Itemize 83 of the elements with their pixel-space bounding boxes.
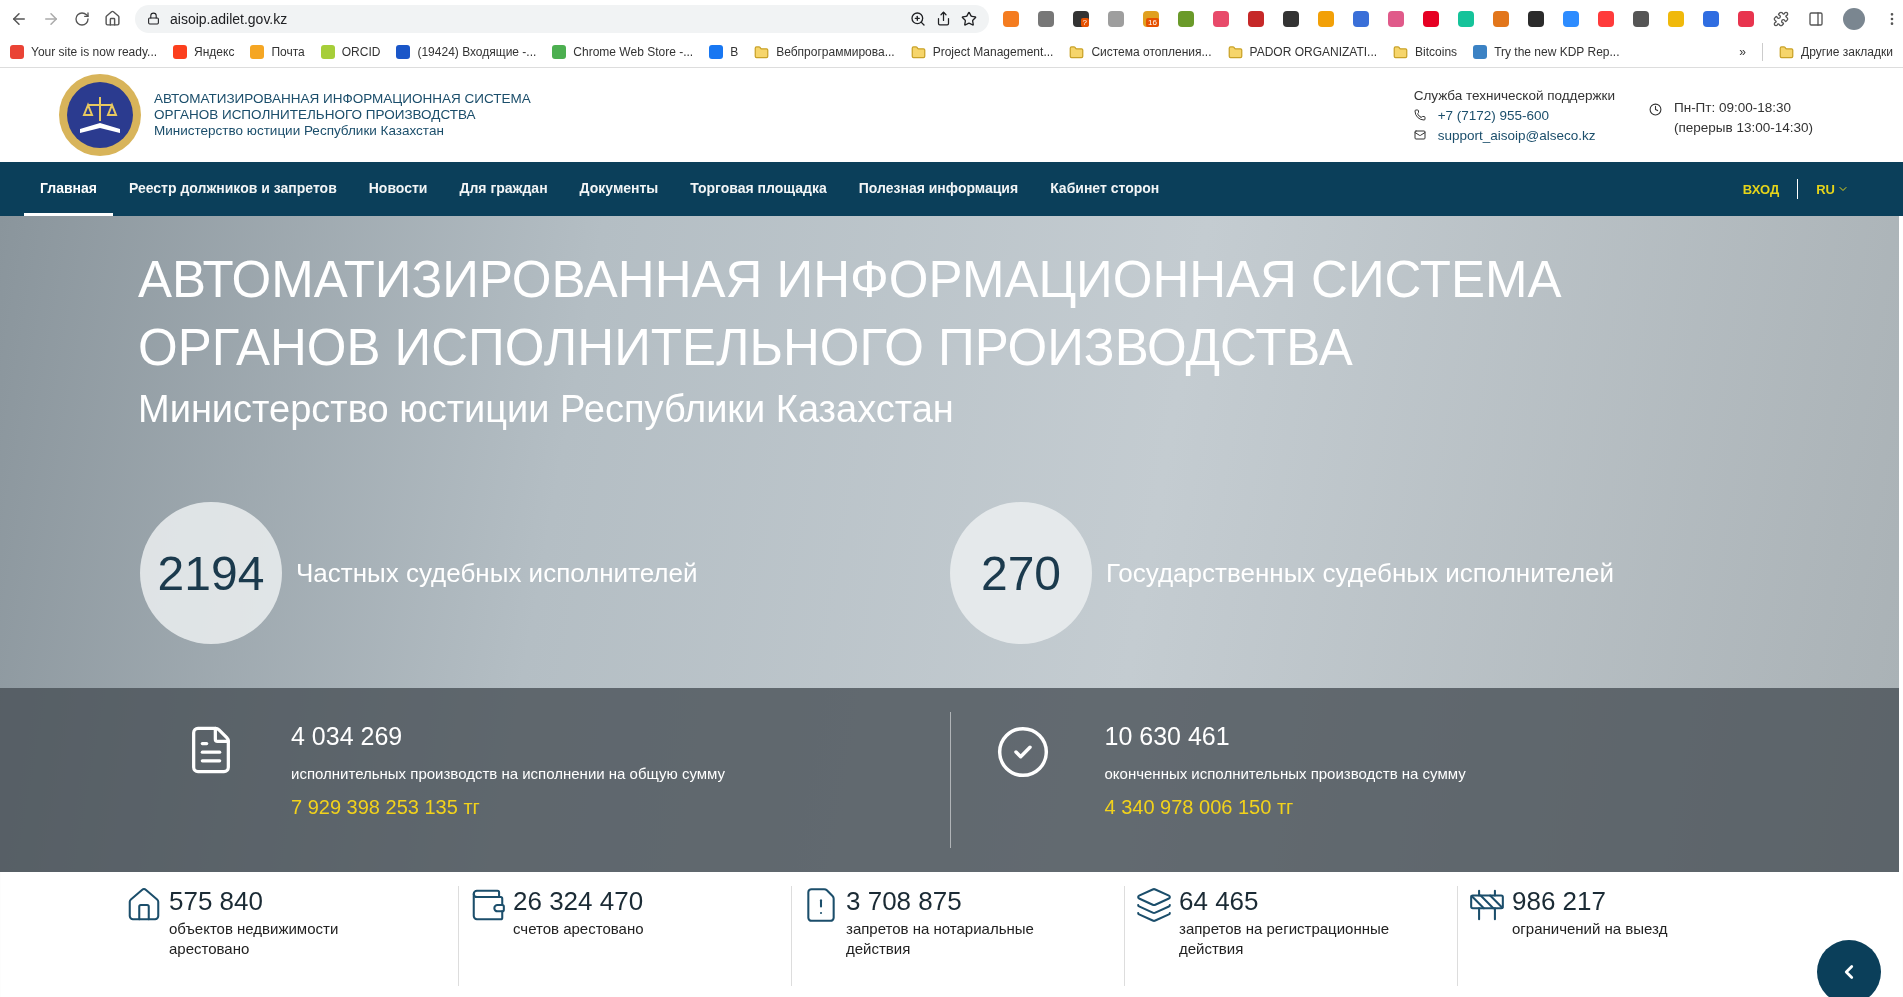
stat-label: ограничений на выезд [1512,919,1669,939]
clock-icon [1648,102,1662,116]
stat-value: 575 840 [169,886,264,917]
stat-label: счетов арестовано [513,919,645,939]
working-hours: (перерыв 13:00-14:30) [1673,119,1813,135]
stat-label: объектов недвижимости арестовано [169,919,340,959]
folder-icon [1069,44,1085,60]
lock-icon [147,12,160,25]
folder-icon [1393,44,1409,60]
bookmark-link[interactable]: Вебпрограммирова... [754,44,895,60]
bookmark-link[interactable]: Почта [250,45,305,59]
emblem-logo[interactable] [58,73,142,157]
bookmark-link[interactable]: PADOR ORGANIZATI... [1227,44,1378,60]
nav-tab[interactable]: Документы [563,162,675,216]
zoom-icon[interactable] [910,10,926,27]
home-icon[interactable] [104,10,121,27]
more-bookmarks-button[interactable]: » [1739,45,1747,59]
summary-amount: 7 929 398 253 135 тг [291,796,481,819]
stat-value: 3 708 875 [846,886,963,917]
bookmark-link[interactable]: Система отопления... [1069,44,1212,60]
login-link[interactable]: ВХОД [1742,162,1780,216]
nav-tab[interactable]: Реестр должников и запретов [112,162,353,216]
stat-label: запретов на нотариальные действия [846,919,1035,959]
folder-icon [910,44,926,60]
url-text: aisoip.adilet.gov.kz [170,10,289,27]
reload-icon[interactable] [74,10,90,27]
bookmark-star-icon[interactable] [961,10,977,27]
extension-icon[interactable] [1283,10,1299,27]
folder-icon [754,44,770,60]
profile-avatar[interactable] [1843,7,1865,30]
other-bookmarks-link[interactable]: Другие закладки [1779,44,1893,60]
extension-badge: ? [1080,17,1089,27]
working-hours: Пн-Пт: 09:00-18:30 [1673,99,1793,115]
counter-label: Частных судебных исполнителей [296,557,698,589]
phone-icon [1413,109,1426,121]
nav-tab[interactable]: Кабинет сторон [1034,162,1176,216]
stat-value: 986 217 [1512,886,1607,917]
bookmark-link[interactable]: Яндекс [173,45,235,59]
extensions-icon[interactable] [1773,10,1789,27]
phone-link[interactable]: +7 (7172) 955-600 [1437,107,1550,123]
language-dropdown[interactable]: RU [1816,162,1849,216]
bookmark-link[interactable]: (19424) Входящие -... [396,45,537,59]
bookmark-link[interactable]: Your site is now ready... [10,45,158,59]
bookmark-link[interactable]: В [709,45,739,59]
extension-icon[interactable]: 16 [1143,10,1159,27]
counter-label: Государственных судебных исполнителей [1106,557,1615,589]
email-link[interactable]: support_aisoip@alseco.kz [1437,127,1596,143]
site-title-line: АВТОМАТИЗИРОВАННАЯ ИНФОРМАЦИОННАЯ СИСТЕМА [154,91,531,107]
bookmark-link[interactable]: Project Management... [910,44,1054,60]
site-title-line: Министерство юстиции Республики Казахстан [154,123,445,139]
folder-icon [1779,44,1795,60]
extension-badge: 16 [1146,17,1159,27]
summary-count: 10 630 461 [1104,722,1231,751]
share-icon[interactable] [936,11,951,26]
summary-label: исполнительных производств на исполнении на общую сумму [291,765,726,782]
nav-tab[interactable]: Для граждан [443,162,564,216]
summary-count: 4 034 269 [291,722,404,751]
stat-label: запретов на регистрационные действия [1179,919,1391,959]
summary-label: оконченных исполнительных производств на сумму [1104,765,1466,782]
address-bar[interactable]: aisoip.adilet.gov.kz [135,4,989,33]
bookmark-link[interactable]: ORCID [320,45,381,59]
bookmark-link[interactable]: Try the new KDP Rep... [1473,45,1620,59]
site-title-line: ОРГАНОВ ИСПОЛНИТЕЛЬНОГО ПРОИЗВОДСТВА [154,107,477,123]
side-panel-icon[interactable] [1808,10,1824,27]
hero-title-line: ОРГАНОВ ИСПОЛНИТЕЛЬНОГО ПРОИЗВОДСТВА [138,318,1354,378]
nav-tab[interactable]: Полезная информация [842,162,1035,216]
hero-subtitle: Министерство юстиции Республики Казахстан [138,387,955,432]
summary-amount: 4 340 978 006 150 тг [1104,796,1295,819]
hero-title-line: АВТОМАТИЗИРОВАННАЯ ИНФОРМАЦИОННАЯ СИСТЕМА [138,250,1563,310]
counter-circle: 270 [950,502,1092,644]
counter-circle: 2194 [140,502,282,644]
nav-tab[interactable]: Торговая площадка [674,162,843,216]
stat-value: 64 465 [1179,886,1260,917]
extension-icon[interactable]: ? [1073,10,1089,27]
bookmark-link[interactable]: Chrome Web Store -... [552,45,694,59]
folder-icon [1227,44,1243,60]
extension-icon[interactable] [1633,10,1649,27]
bookmark-link[interactable]: Bitcoins [1393,44,1458,60]
mail-icon [1413,129,1426,141]
extension-icon[interactable] [1528,10,1544,27]
nav-tab[interactable]: Новости [352,162,444,216]
support-title: Служба технической поддержки [1413,87,1615,103]
stat-value: 26 324 470 [513,886,645,917]
